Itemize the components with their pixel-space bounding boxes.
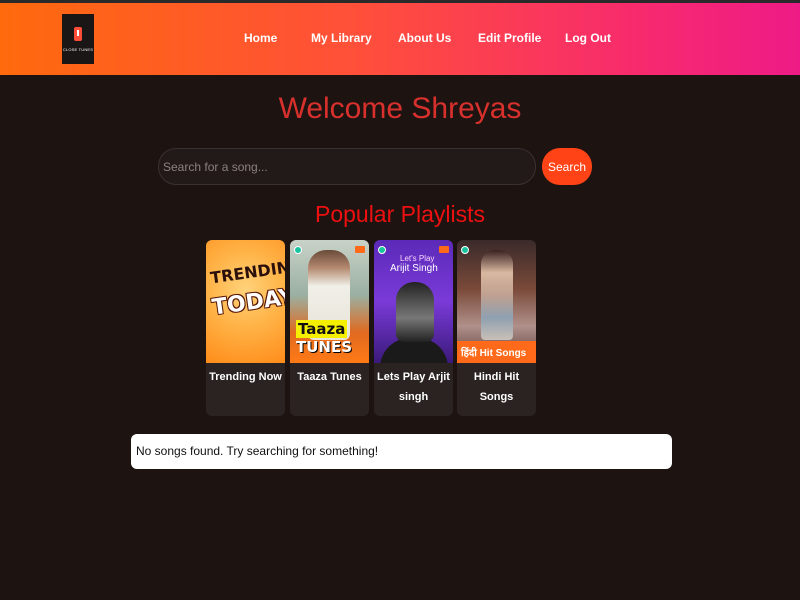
playlist-card-hindi-hit-songs[interactable]: हिंदी Hit Songs Hindi Hit Songs: [457, 240, 536, 416]
playlist-cover-arijit-singh: Let's Play Arijit Singh: [374, 240, 453, 363]
nav-about-us[interactable]: About Us: [398, 31, 451, 45]
saavn-icon: [294, 246, 302, 254]
playlist-title: Trending Now: [209, 371, 282, 383]
search-button[interactable]: Search: [542, 148, 592, 185]
nav-log-out[interactable]: Log Out: [565, 31, 611, 45]
playlist-title: Lets Play Arjit singh: [377, 371, 450, 403]
cover-text-today: TODAY: [210, 284, 285, 321]
cover-text-lets-play: Let's Play: [400, 254, 435, 263]
cover-person-image: [396, 282, 434, 342]
nav-edit-profile[interactable]: Edit Profile: [478, 31, 541, 45]
playlist-title: Taaza Tunes: [297, 371, 362, 383]
cover-text-trending: TRENDING: [209, 255, 285, 288]
nav-links: Home My Library About Us Edit Profile Lo…: [0, 3, 800, 75]
cover-text-taaza: Taaza: [296, 320, 348, 338]
no-results-message: No songs found. Try searching for someth…: [131, 434, 672, 469]
saavn-icon: [461, 246, 469, 254]
playlist-cover-taaza-tunes: Taaza TUNES: [290, 240, 369, 363]
playlist-title: Hindi Hit Songs: [473, 371, 520, 403]
playlist-cover-trending-now: TRENDING TODAY: [206, 240, 285, 363]
playlist-card-arijit-singh[interactable]: Let's Play Arijit Singh Lets Play Arjit …: [374, 240, 453, 416]
playlist-card-taaza-tunes[interactable]: Taaza TUNES Taaza Tunes: [290, 240, 369, 416]
cover-text-hindi-hit-songs: हिंदी Hit Songs: [461, 348, 527, 359]
nav-home[interactable]: Home: [244, 31, 277, 45]
nav-my-library[interactable]: My Library: [311, 31, 372, 45]
welcome-heading: Welcome Shreyas: [278, 92, 522, 125]
cover-person-image: [481, 250, 513, 340]
hd-badge-icon: [439, 246, 449, 253]
top-navbar: CLOSE TUNES Home My Library About Us Edi…: [0, 3, 800, 75]
saavn-icon: [378, 246, 386, 254]
playlist-cover-hindi-hit-songs: हिंदी Hit Songs: [457, 240, 536, 363]
cover-text-tunes: TUNES: [296, 338, 353, 356]
popular-playlists-heading: Popular Playlists: [314, 201, 486, 227]
cover-text-arijit: Arijit Singh: [390, 263, 438, 274]
playlist-card-trending-now[interactable]: TRENDING TODAY Trending Now: [206, 240, 285, 416]
hd-badge-icon: [355, 246, 365, 253]
search-input[interactable]: [158, 148, 536, 185]
